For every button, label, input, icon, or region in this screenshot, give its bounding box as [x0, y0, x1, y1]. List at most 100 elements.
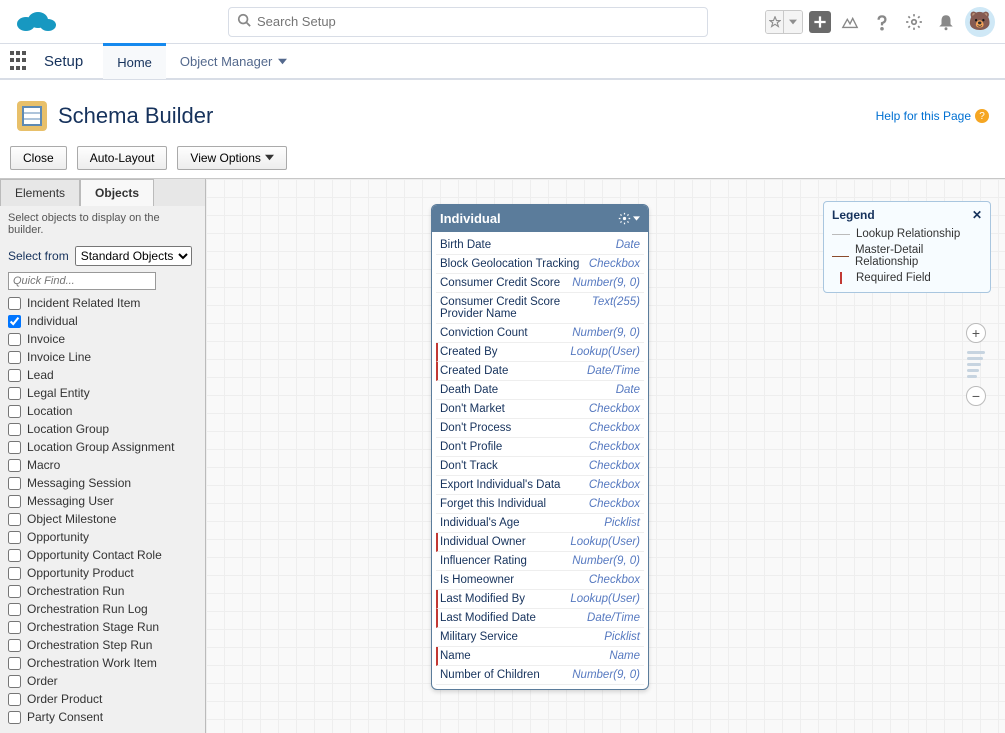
- object-card-header[interactable]: Individual: [432, 205, 648, 232]
- object-list-item[interactable]: Orchestration Work Item: [0, 654, 205, 672]
- field-row[interactable]: Created DateDate/Time: [436, 362, 644, 381]
- field-row[interactable]: Influencer RatingNumber(9, 0): [436, 552, 644, 571]
- global-search[interactable]: [228, 7, 708, 37]
- object-card-individual[interactable]: Individual Birth DateDateBlock Geolocati…: [431, 204, 649, 690]
- object-checkbox[interactable]: [8, 711, 21, 724]
- field-row[interactable]: Death DateDate: [436, 381, 644, 400]
- object-list-item[interactable]: Macro: [0, 456, 205, 474]
- object-checkbox[interactable]: [8, 423, 21, 436]
- view-options-button[interactable]: View Options: [177, 146, 286, 170]
- trailhead-icon[interactable]: [837, 9, 863, 35]
- field-row[interactable]: Conviction CountNumber(9, 0): [436, 324, 644, 343]
- field-row[interactable]: NameName: [436, 647, 644, 666]
- schema-canvas[interactable]: Individual Birth DateDateBlock Geolocati…: [206, 179, 1005, 733]
- object-checkbox[interactable]: [8, 603, 21, 616]
- object-checkbox[interactable]: [8, 639, 21, 652]
- object-checkbox[interactable]: [8, 297, 21, 310]
- field-row[interactable]: Don't TrackCheckbox: [436, 457, 644, 476]
- object-checkbox[interactable]: [8, 387, 21, 400]
- legend-close-icon[interactable]: ✕: [972, 208, 982, 222]
- object-checkbox[interactable]: [8, 459, 21, 472]
- object-checkbox[interactable]: [8, 441, 21, 454]
- user-avatar[interactable]: 🐻: [965, 7, 995, 37]
- field-row[interactable]: Individual OwnerLookup(User): [436, 533, 644, 552]
- object-list-item[interactable]: Incident Related Item: [0, 294, 205, 312]
- object-list-item[interactable]: Object Milestone: [0, 510, 205, 528]
- object-checkbox[interactable]: [8, 405, 21, 418]
- object-list-item[interactable]: Party Consent: [0, 708, 205, 726]
- help-link[interactable]: Help for this Page ?: [876, 109, 989, 123]
- field-row[interactable]: Created ByLookup(User): [436, 343, 644, 362]
- field-row[interactable]: Forget this IndividualCheckbox: [436, 495, 644, 514]
- field-row[interactable]: Military ServicePicklist: [436, 628, 644, 647]
- object-list[interactable]: Incident Related ItemIndividualInvoiceIn…: [0, 292, 205, 733]
- field-row[interactable]: Consumer Credit Score Provider NameText(…: [436, 293, 644, 324]
- object-field-list[interactable]: Birth DateDateBlock Geolocation Tracking…: [432, 232, 648, 689]
- object-list-item[interactable]: Messaging User: [0, 492, 205, 510]
- object-list-item[interactable]: Legal Entity: [0, 384, 205, 402]
- field-row[interactable]: Birth DateDate: [436, 236, 644, 255]
- object-checkbox[interactable]: [8, 513, 21, 526]
- zoom-scale[interactable]: [967, 347, 985, 382]
- object-checkbox[interactable]: [8, 531, 21, 544]
- quick-find-input[interactable]: [8, 272, 156, 290]
- help-icon[interactable]: [869, 9, 895, 35]
- object-list-item[interactable]: Order: [0, 672, 205, 690]
- object-list-item[interactable]: Invoice: [0, 330, 205, 348]
- object-list-item[interactable]: Orchestration Run Log: [0, 600, 205, 618]
- object-list-item[interactable]: Opportunity: [0, 528, 205, 546]
- field-row[interactable]: Block Geolocation TrackingCheckbox: [436, 255, 644, 274]
- setup-gear-icon[interactable]: [901, 9, 927, 35]
- sidebar-tab-objects[interactable]: Objects: [80, 179, 154, 206]
- zoom-in-button[interactable]: +: [966, 323, 986, 343]
- object-checkbox[interactable]: [8, 549, 21, 562]
- add-icon[interactable]: [809, 11, 831, 33]
- field-row[interactable]: Don't ProcessCheckbox: [436, 419, 644, 438]
- object-list-item[interactable]: Location: [0, 402, 205, 420]
- notifications-icon[interactable]: [933, 9, 959, 35]
- object-list-item[interactable]: Location Group Assignment: [0, 438, 205, 456]
- tab-object-manager[interactable]: Object Manager: [166, 43, 302, 79]
- field-row[interactable]: Is HomeownerCheckbox: [436, 571, 644, 590]
- object-checkbox[interactable]: [8, 675, 21, 688]
- field-row[interactable]: Don't MarketCheckbox: [436, 400, 644, 419]
- object-card-gear-icon[interactable]: [618, 212, 640, 225]
- object-list-item[interactable]: Orchestration Stage Run: [0, 618, 205, 636]
- field-row[interactable]: Consumer Credit ScoreNumber(9, 0): [436, 274, 644, 293]
- field-row[interactable]: Last Modified ByLookup(User): [436, 590, 644, 609]
- object-checkbox[interactable]: [8, 369, 21, 382]
- object-checkbox[interactable]: [8, 477, 21, 490]
- tab-home[interactable]: Home: [103, 43, 166, 79]
- zoom-out-button[interactable]: −: [966, 386, 986, 406]
- field-row[interactable]: Number of ChildrenNumber(9, 0): [436, 666, 644, 685]
- object-list-item[interactable]: Opportunity Contact Role: [0, 546, 205, 564]
- sidebar-tab-elements[interactable]: Elements: [0, 179, 80, 206]
- field-row[interactable]: Individual's AgePicklist: [436, 514, 644, 533]
- object-list-item[interactable]: Individual: [0, 312, 205, 330]
- auto-layout-button[interactable]: Auto-Layout: [77, 146, 168, 170]
- object-list-item[interactable]: Messaging Session: [0, 474, 205, 492]
- object-checkbox[interactable]: [8, 621, 21, 634]
- object-checkbox[interactable]: [8, 333, 21, 346]
- select-from-dropdown[interactable]: Standard Objects: [75, 246, 192, 266]
- object-list-item[interactable]: Invoice Line: [0, 348, 205, 366]
- object-checkbox[interactable]: [8, 315, 21, 328]
- object-list-item[interactable]: Location Group: [0, 420, 205, 438]
- star-icon[interactable]: [766, 11, 784, 33]
- chevron-down-icon[interactable]: [784, 11, 802, 33]
- object-checkbox[interactable]: [8, 351, 21, 364]
- object-checkbox[interactable]: [8, 585, 21, 598]
- close-button[interactable]: Close: [10, 146, 67, 170]
- object-checkbox[interactable]: [8, 693, 21, 706]
- field-row[interactable]: Don't ProfileCheckbox: [436, 438, 644, 457]
- object-checkbox[interactable]: [8, 495, 21, 508]
- favorites-control[interactable]: [765, 10, 803, 34]
- field-row[interactable]: Last Modified DateDate/Time: [436, 609, 644, 628]
- object-list-item[interactable]: Opportunity Product: [0, 564, 205, 582]
- object-checkbox[interactable]: [8, 567, 21, 580]
- object-list-item[interactable]: Orchestration Step Run: [0, 636, 205, 654]
- object-list-item[interactable]: Order Product: [0, 690, 205, 708]
- field-row[interactable]: Export Individual's DataCheckbox: [436, 476, 644, 495]
- search-input[interactable]: [257, 14, 699, 29]
- app-launcher-icon[interactable]: [10, 51, 30, 71]
